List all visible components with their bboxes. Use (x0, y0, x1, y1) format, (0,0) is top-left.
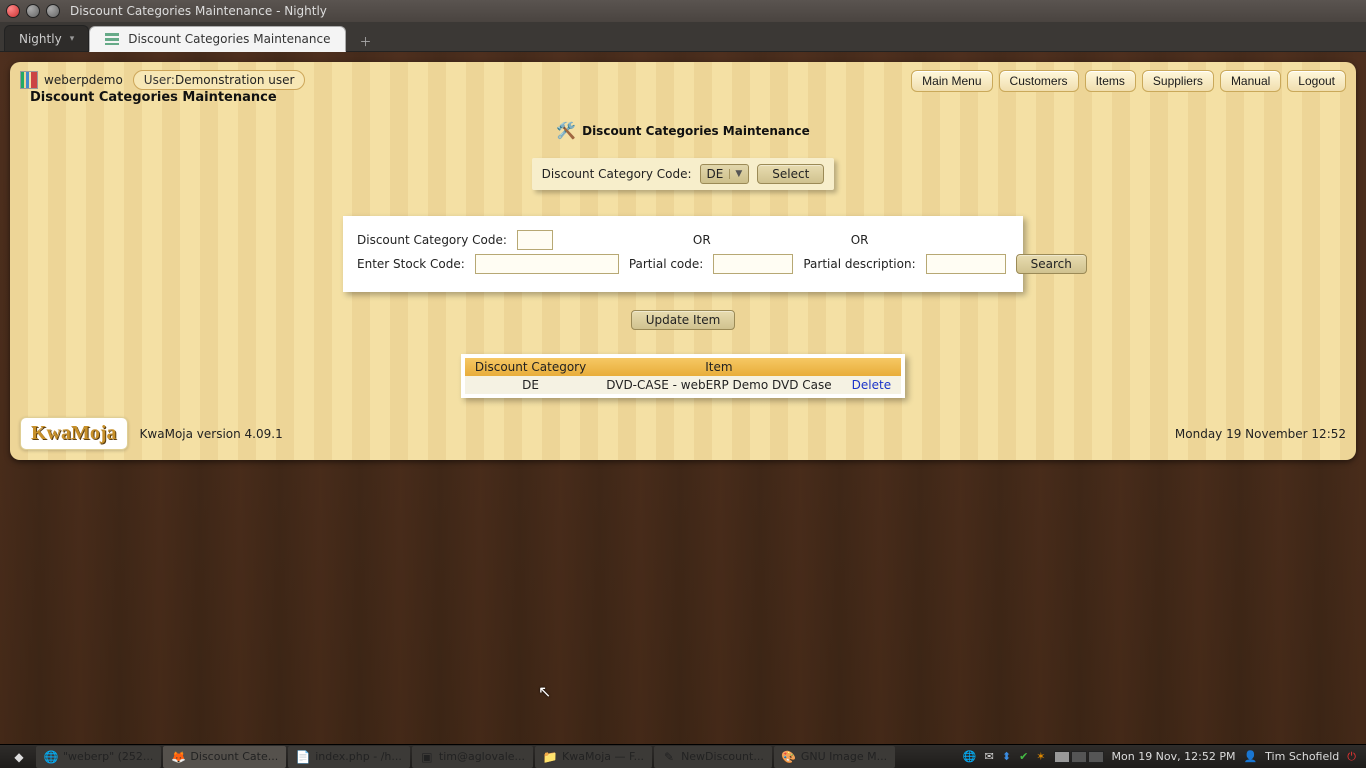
app-footer: KwaMoja KwaMoja version 4.09.1 Monday 19… (10, 411, 1356, 460)
chevron-down-icon: ▾ (70, 34, 75, 44)
os-taskbar: ◆ 🌐"weberp" (252... 🦊Discount Cate... 📄i… (0, 744, 1366, 768)
user-name: Demonstration user (175, 73, 294, 87)
user-badge[interactable]: User:Demonstration user (133, 70, 306, 90)
selector-label: Discount Category Code: (542, 167, 692, 181)
task-chrome[interactable]: 🌐"weberp" (252... (36, 746, 161, 768)
tray-user-name[interactable]: Tim Schofield (1265, 750, 1339, 763)
workspace-switcher[interactable] (1054, 751, 1104, 763)
section-heading: 🛠️ Discount Categories Maintenance (10, 121, 1356, 140)
or-label-1: OR (693, 233, 711, 247)
tab-label: Nightly (19, 32, 62, 46)
window-titlebar: Discount Categories Maintenance - Nightl… (0, 0, 1366, 22)
tray-chrome-icon[interactable]: 🌐 (963, 750, 977, 763)
tray-clock[interactable]: Mon 19 Nov, 12:52 PM (1112, 750, 1236, 763)
task-editor[interactable]: ✎NewDiscount... (654, 746, 772, 768)
favicon-icon (104, 31, 120, 47)
mouse-cursor-icon: ↖ (538, 682, 551, 701)
stock-code-input[interactable] (475, 254, 619, 274)
update-item-button[interactable]: Update Item (631, 310, 736, 330)
window-title: Discount Categories Maintenance - Nightl… (70, 4, 333, 18)
partial-desc-label: Partial description: (803, 257, 915, 271)
footer-datetime: Monday 19 November 12:52 (1175, 427, 1346, 441)
company-logo-icon (20, 71, 38, 89)
col-actions (842, 358, 901, 376)
task-terminal[interactable]: ▣tim@aglovale... (412, 746, 533, 768)
nav-suppliers[interactable]: Suppliers (1142, 70, 1214, 92)
tray-power-icon[interactable]: ⏻ (1347, 750, 1356, 764)
user-label: User: (144, 73, 175, 87)
task-gedit[interactable]: 📄index.php - /h... (288, 746, 410, 768)
company-name: weberpdemo (44, 73, 123, 87)
partial-code-input[interactable] (713, 254, 793, 274)
new-tab-button[interactable]: ＋ (354, 31, 378, 51)
start-menu-icon[interactable]: ◆ (4, 746, 34, 768)
tray-dropbox-icon[interactable]: ⬍ (1002, 750, 1011, 763)
chevron-down-icon: ▼ (729, 169, 742, 179)
select-button[interactable]: Select (757, 164, 824, 184)
window-close-icon[interactable] (6, 4, 20, 18)
task-firefox[interactable]: 🦊Discount Cate... (163, 746, 286, 768)
nav-customers[interactable]: Customers (999, 70, 1079, 92)
nav-main-menu[interactable]: Main Menu (911, 70, 992, 92)
col-discount-category: Discount Category (465, 358, 596, 376)
category-selector-bar: Discount Category Code: DE ▼ Select (532, 158, 835, 190)
delete-link[interactable]: Delete (852, 378, 891, 392)
tray-bug-icon[interactable]: ✶ (1036, 750, 1045, 763)
browser-tabstrip: Nightly ▾ Discount Categories Maintenanc… (0, 22, 1366, 52)
top-nav: Main Menu Customers Items Suppliers Manu… (911, 70, 1346, 92)
stock-code-label: Enter Stock Code: (357, 257, 465, 271)
nav-logout[interactable]: Logout (1287, 70, 1346, 92)
disc-cat-label: Discount Category Code: (357, 233, 507, 247)
disc-cat-input[interactable] (517, 230, 553, 250)
page-title: Discount Categories Maintenance (20, 90, 305, 113)
app-container: weberpdemo User:Demonstration user Disco… (10, 62, 1356, 460)
tab-label: Discount Categories Maintenance (128, 32, 330, 46)
nav-items[interactable]: Items (1085, 70, 1136, 92)
table-row: DE DVD-CASE - webERP Demo DVD Case Delet… (465, 376, 901, 394)
section-title: Discount Categories Maintenance (582, 124, 810, 138)
partial-desc-input[interactable] (926, 254, 1006, 274)
category-code-select[interactable]: DE ▼ (700, 164, 750, 184)
search-button[interactable]: Search (1016, 254, 1087, 274)
col-item: Item (596, 358, 841, 376)
brand-badge[interactable]: KwaMoja (20, 417, 128, 450)
tray-mail-icon[interactable]: ✉ (985, 750, 994, 763)
tray-sync-icon[interactable]: ✔ (1019, 750, 1028, 763)
window-minimize-icon[interactable] (26, 4, 40, 18)
results-table: Discount Category Item DE DVD-CASE - web… (465, 358, 901, 394)
cell-category: DE (465, 376, 596, 394)
select-value: DE (707, 167, 724, 181)
cell-item: DVD-CASE - webERP Demo DVD Case (596, 376, 841, 394)
version-text: KwaMoja version 4.09.1 (140, 427, 283, 441)
system-tray: 🌐 ✉ ⬍ ✔ ✶ Mon 19 Nov, 12:52 PM 👤 Tim Sch… (957, 750, 1362, 764)
partial-code-label: Partial code: (629, 257, 704, 271)
results-card: Discount Category Item DE DVD-CASE - web… (461, 354, 905, 398)
brand-name: KwaMoja (31, 422, 117, 445)
or-label-2: OR (851, 233, 869, 247)
task-gimp[interactable]: 🎨GNU Image M... (774, 746, 895, 768)
window-maximize-icon[interactable] (46, 4, 60, 18)
tools-icon: 🛠️ (556, 121, 576, 140)
nav-manual[interactable]: Manual (1220, 70, 1281, 92)
tray-user-icon[interactable]: 👤 (1243, 750, 1257, 763)
task-files[interactable]: 📁KwaMoja — F... (535, 746, 652, 768)
search-panel: Discount Category Code: OR OR Enter Stoc… (343, 216, 1023, 292)
tab-discount-categories[interactable]: Discount Categories Maintenance (89, 26, 345, 52)
tab-nightly[interactable]: Nightly ▾ (4, 25, 89, 51)
